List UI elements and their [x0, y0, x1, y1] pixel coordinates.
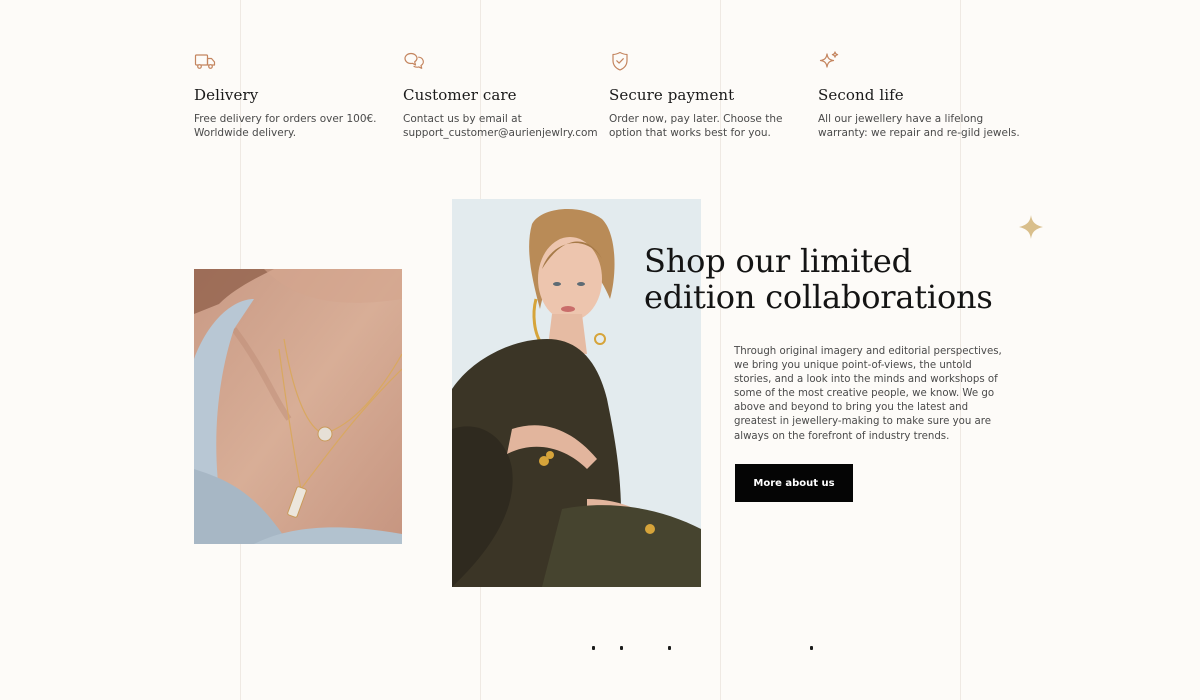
feature-customer-care: Customer care Contact us by email at sup… — [403, 50, 598, 140]
feature-title: Second life — [818, 86, 904, 104]
feature-secure-payment: Secure payment Order now, pay later. Cho… — [609, 50, 782, 140]
cropped-heading-fragment — [620, 646, 623, 650]
sparkle-icon — [819, 51, 839, 68]
feature-description: Contact us by email at support_customer@… — [403, 113, 598, 139]
more-about-us-button[interactable]: More about us — [735, 464, 853, 502]
feature-description: Order now, pay later. Choose the option … — [609, 113, 783, 139]
collab-description: Through original imagery and editorial p… — [734, 346, 1002, 442]
feature-title: Secure payment — [609, 86, 735, 104]
cropped-heading-fragment — [592, 646, 595, 650]
chat-bubbles-icon — [404, 52, 424, 69]
feature-description: Free delivery for orders over 100€. Worl… — [194, 113, 377, 139]
collab-headline: Shop our limited edition collaborations — [644, 243, 993, 315]
page: Delivery Free delivery for orders over 1… — [0, 0, 1200, 700]
feature-second-life: Second life All our jewellery have a lif… — [818, 50, 1020, 140]
headline-line-1: Shop our limited — [644, 242, 912, 280]
necklace-photo — [194, 269, 402, 544]
cropped-heading-fragment — [668, 646, 671, 650]
cropped-heading-fragment — [810, 646, 813, 650]
feature-title: Customer care — [403, 86, 517, 104]
shield-check-icon — [612, 51, 628, 71]
sparkle-icon — [1019, 215, 1043, 239]
feature-delivery: Delivery Free delivery for orders over 1… — [194, 50, 377, 140]
feature-description: All our jewellery have a lifelong warran… — [818, 113, 1020, 139]
feature-title: Delivery — [194, 86, 259, 104]
truck-icon — [194, 54, 216, 69]
headline-line-2: edition collaborations — [644, 278, 993, 316]
